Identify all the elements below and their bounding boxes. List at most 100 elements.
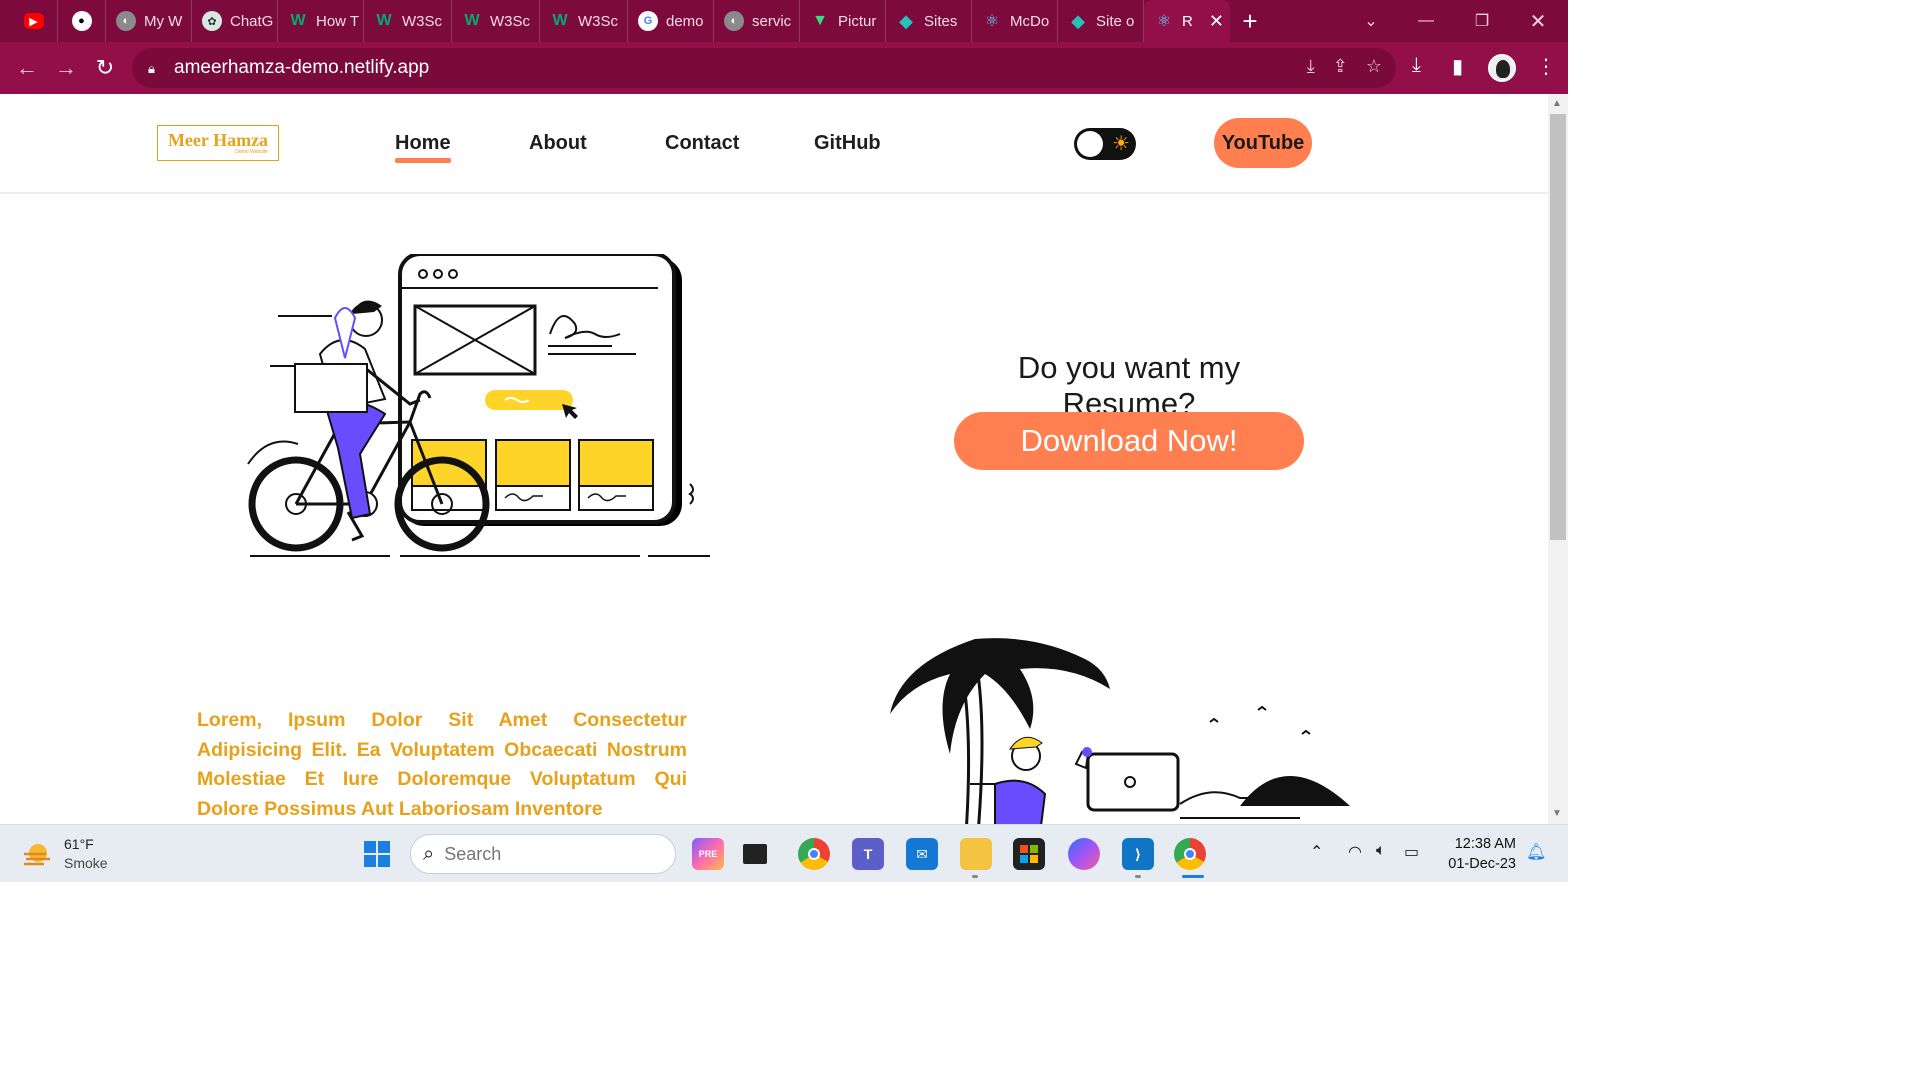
install-app-icon[interactable]: ⤓ (1307, 56, 1315, 77)
tab-search-chevron-icon[interactable]: ⌄ (1345, 0, 1397, 42)
tab-services[interactable]: ◐ servic (714, 0, 800, 42)
weather-condition: Smoke (64, 855, 108, 871)
back-button[interactable]: ← (13, 54, 41, 82)
intro-paragraph: Lorem, Ipsum Dolor Sit Amet Consectetur … (197, 709, 687, 820)
clock-date: 01-Dec-23 (1448, 856, 1516, 872)
logo-subtitle: Demo Website (235, 149, 268, 155)
show-hidden-icons-chevron-icon[interactable]: ⌃ (1310, 842, 1323, 862)
bookmark-star-icon[interactable]: ☆ (1366, 56, 1382, 77)
tab-youtube[interactable]: ▶ (10, 0, 58, 42)
copilot-icon[interactable] (1068, 838, 1100, 870)
page-scrollbar[interactable]: ▲ ▼ (1548, 94, 1568, 824)
nav-home[interactable]: Home (395, 132, 451, 163)
web-page: Meer Hamza Demo Website Home About Conta… (0, 94, 1548, 824)
tab-github[interactable]: ● (58, 0, 106, 42)
chrome-profile-icon[interactable] (1174, 838, 1206, 870)
tab-netlify-sites[interactable]: ◆ Sites (886, 0, 972, 42)
tab-how-to[interactable]: W How T (278, 0, 364, 42)
share-icon[interactable]: ⇪ (1333, 56, 1348, 77)
nav-about[interactable]: About (529, 132, 587, 155)
tab-label: Sites (924, 12, 958, 30)
start-windows-icon[interactable] (361, 838, 393, 870)
weather-widget[interactable]: 61°F Smoke (22, 835, 108, 873)
tab-label: W3Sc (490, 12, 531, 30)
tab-label: McDo (1010, 12, 1050, 30)
tab-label: How T (316, 12, 360, 30)
url-text: ameerhamza-demo.netlify.app (174, 57, 430, 78)
address-bar[interactable]: 🔒︎ ameerhamza-demo.netlify.app ⤓ ⇪ ☆ (132, 48, 1396, 88)
beach-laptop-illustration (890, 638, 1350, 824)
tab-mcdonalds[interactable]: ⚛ McDo (972, 0, 1058, 42)
w3schools-icon: W (376, 12, 392, 29)
w3schools-icon: W (290, 12, 306, 29)
globe-icon: ◐ (116, 11, 136, 31)
teams-icon[interactable]: T (852, 838, 884, 870)
close-window-button[interactable]: ✕ (1512, 0, 1564, 42)
tab-label: W3Sc (578, 12, 619, 30)
chatgpt-icon: ✿ (202, 11, 222, 31)
wifi-icon[interactable]: ◠ (1348, 842, 1362, 862)
profile-avatar[interactable] (1488, 54, 1516, 82)
copilot-preview-icon[interactable]: PRE (692, 838, 724, 870)
scrollbar-thumb[interactable] (1550, 114, 1566, 540)
clock-time: 12:38 AM (1454, 836, 1516, 852)
nav-contact[interactable]: Contact (665, 132, 739, 155)
scroll-down-arrow-icon[interactable]: ▼ (1552, 808, 1562, 819)
taskbar-clock[interactable]: 12:38 AM 01-Dec-23 (1436, 834, 1516, 874)
tab-my-website[interactable]: ◐ My W (106, 0, 192, 42)
tab-demo-search[interactable]: G demo (628, 0, 714, 42)
tab-label: Site o (1096, 12, 1135, 30)
file-explorer-icon[interactable] (960, 838, 992, 870)
new-tab-button[interactable]: + (1230, 0, 1270, 42)
reload-button[interactable]: ↻ (91, 54, 119, 82)
github-icon: ● (71, 11, 92, 31)
youtube-button[interactable]: YouTube (1214, 118, 1312, 168)
vscode-icon[interactable]: ⟩ (1122, 838, 1154, 870)
taskbar-search[interactable]: ⌕ (410, 834, 676, 874)
tab-site-overview[interactable]: ◆ Site o (1058, 0, 1144, 42)
hero-bicycle-illustration (247, 254, 710, 557)
w3schools-icon: W (464, 12, 480, 29)
theme-toggle[interactable]: ☀ (1074, 128, 1136, 160)
task-view-icon[interactable] (743, 844, 767, 864)
microsoft-store-icon[interactable] (1013, 838, 1045, 870)
nav-github[interactable]: GitHub (814, 132, 881, 155)
volume-muted-icon[interactable]: 🔈︎ (1376, 842, 1386, 860)
side-panel-icon[interactable]: ▮ (1452, 54, 1463, 79)
battery-icon[interactable]: ▭ (1404, 842, 1419, 862)
tab-w3schools-3[interactable]: W W3Sc (540, 0, 628, 42)
netlify-icon: ◆ (1071, 10, 1085, 31)
chrome-icon[interactable] (798, 838, 830, 870)
netlify-icon: ◆ (899, 10, 913, 31)
downloads-icon[interactable]: ⤓ (1412, 54, 1421, 77)
download-resume-button[interactable]: Download Now! (954, 412, 1304, 470)
running-indicator (1135, 875, 1141, 878)
react-icon: ⚛ (1156, 13, 1172, 30)
weather-temperature: 61°F (64, 836, 94, 852)
tab-chatgpt[interactable]: ✿ ChatG (192, 0, 278, 42)
minimize-button[interactable]: — (1400, 0, 1452, 42)
youtube-icon: ▶ (23, 13, 44, 29)
tab-label: R (1182, 12, 1193, 30)
tab-pictures[interactable]: ▼ Pictur (800, 0, 886, 42)
search-icon: ⌕ (423, 842, 435, 865)
close-tab-icon[interactable]: ✕ (1209, 11, 1224, 32)
menu-kebab-icon[interactable]: ⋮ (1536, 54, 1556, 79)
tab-react-app-active[interactable]: ⚛ R ✕ (1144, 0, 1230, 42)
forward-button[interactable]: → (52, 54, 80, 82)
tab-w3schools-1[interactable]: W W3Sc (364, 0, 452, 42)
w3schools-icon: W (552, 12, 568, 29)
scroll-up-arrow-icon[interactable]: ▲ (1552, 98, 1562, 109)
taskbar-search-input[interactable] (444, 843, 605, 865)
mail-icon[interactable]: ✉ (906, 838, 938, 870)
running-indicator (1182, 875, 1204, 878)
tab-label: My W (144, 12, 183, 30)
notification-bell-icon[interactable]: 🔔︎ (1526, 842, 1546, 862)
tab-w3schools-2[interactable]: W W3Sc (452, 0, 540, 42)
site-logo[interactable]: Meer Hamza Demo Website (157, 125, 279, 161)
restore-button[interactable]: ❐ (1456, 0, 1508, 42)
browser-toolbar: ← → ↻ 🔒︎ ameerhamza-demo.netlify.app ⤓ ⇪… (0, 42, 1568, 94)
react-icon: ⚛ (984, 13, 1000, 30)
tab-label: Pictur (838, 12, 877, 30)
site-header: Meer Hamza Demo Website Home About Conta… (0, 94, 1548, 194)
